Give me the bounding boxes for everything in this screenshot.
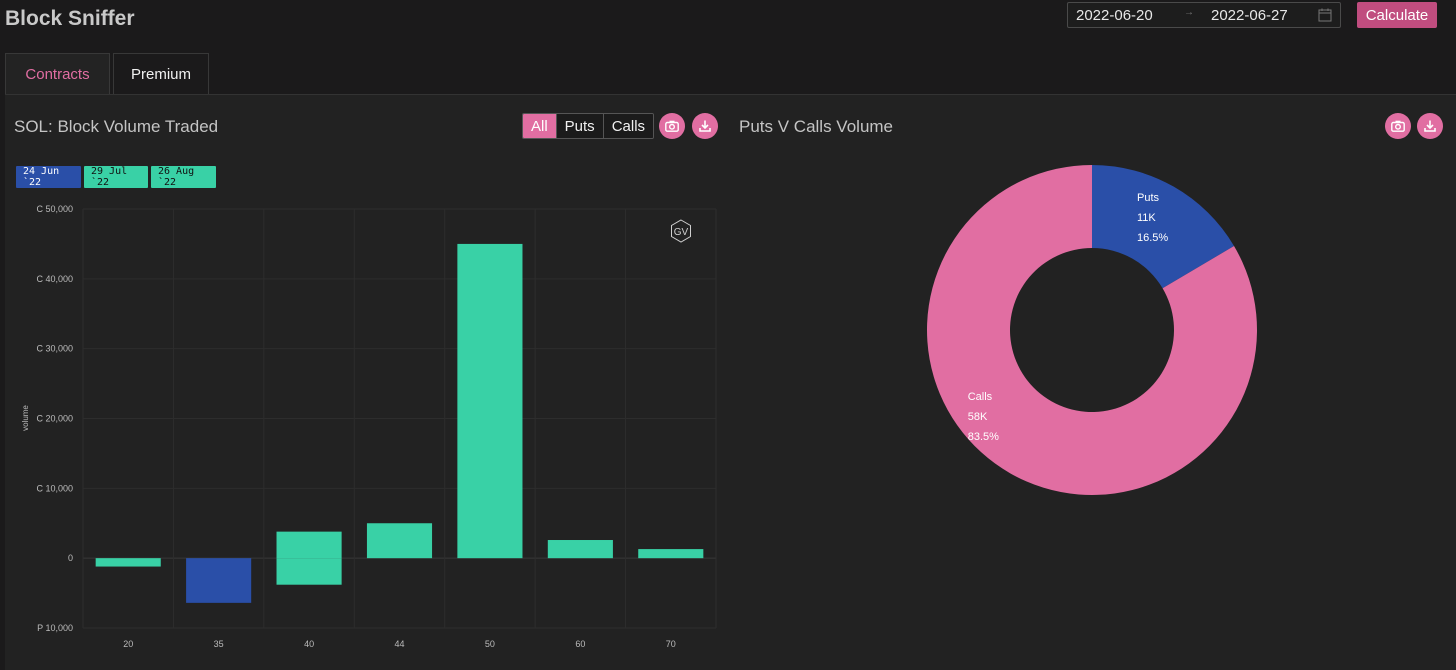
expiry-chip-26aug[interactable]: 26 Aug `22 <box>151 166 216 188</box>
donut-label-calls: 58K <box>968 411 988 423</box>
calculate-button[interactable]: Calculate <box>1357 2 1437 28</box>
y-tick-label: C 30,000 <box>36 344 73 354</box>
download-icon <box>1424 120 1436 132</box>
donut-chart-screenshot-button[interactable] <box>1385 113 1411 139</box>
donut-label-puts: 11K <box>1137 212 1156 224</box>
tab-bar: Contracts Premium <box>5 53 212 95</box>
svg-text:GV: GV <box>674 227 689 238</box>
donut-chart-download-button[interactable] <box>1417 113 1443 139</box>
x-tick-label: 40 <box>304 639 314 649</box>
bar-35[interactable] <box>186 558 252 603</box>
bar-60[interactable] <box>547 540 613 559</box>
bar-chart-download-button[interactable] <box>692 113 718 139</box>
app-title: Block Sniffer <box>5 7 135 30</box>
filter-puts-button[interactable]: Puts <box>555 114 603 138</box>
bar-50[interactable] <box>457 243 523 559</box>
x-tick-label: 20 <box>123 639 133 649</box>
camera-icon <box>665 120 679 132</box>
bar-chart-title: SOL: Block Volume Traded <box>14 117 219 136</box>
donut-chart-title: Puts V Calls Volume <box>739 117 894 136</box>
x-tick-label: 70 <box>666 639 676 649</box>
filter-calls-button[interactable]: Calls <box>602 114 654 138</box>
bar-chart-screenshot-button[interactable] <box>659 113 685 139</box>
donut-label-calls: 83.5% <box>968 431 999 443</box>
tab-premium[interactable]: Premium <box>113 53 209 95</box>
donut-chart: Puts 11K 16.5% Calls 58K 83.5% <box>927 165 1257 495</box>
x-tick-label: 35 <box>214 639 224 649</box>
filter-all-button[interactable]: All <box>523 114 556 138</box>
y-tick-label: P 10,000 <box>37 623 73 633</box>
y-tick-label: 0 <box>68 553 73 563</box>
tab-contracts[interactable]: Contracts <box>5 53 110 95</box>
x-tick-label: 60 <box>575 639 585 649</box>
bar-44[interactable] <box>366 523 433 559</box>
date-range-picker[interactable]: 2022-06-20 → 2022-06-27 <box>1067 2 1341 28</box>
watermark-gv: GV <box>671 219 691 243</box>
donut-label-puts: Puts <box>1137 192 1160 204</box>
y-axis-label: volume <box>21 405 30 431</box>
calendar-icon[interactable] <box>1318 8 1332 22</box>
bar-40[interactable] <box>276 558 342 585</box>
bar-40[interactable] <box>276 531 342 559</box>
filter-toggle-group: All Puts Calls <box>522 113 655 139</box>
donut-label-puts: 16.5% <box>1137 232 1168 244</box>
camera-icon <box>1391 120 1405 132</box>
bar-70[interactable] <box>638 549 704 559</box>
date-range-arrow-icon: → <box>1184 7 1194 18</box>
start-date-input[interactable]: 2022-06-20 <box>1076 7 1153 24</box>
y-tick-label: C 50,000 <box>36 204 73 214</box>
x-tick-label: 44 <box>394 639 404 649</box>
y-tick-label: C 20,000 <box>36 414 73 424</box>
y-tick-label: C 10,000 <box>36 483 73 493</box>
y-tick-label: C 40,000 <box>36 274 73 284</box>
x-tick-label: 50 <box>485 639 495 649</box>
bar-20[interactable] <box>95 558 161 567</box>
download-icon <box>699 120 711 132</box>
bar-chart: C 50,000 C 40,000 C 30,000 C 20,000 C 10,000… <box>21 204 717 649</box>
expiry-chip-24jun[interactable]: 24 Jun `22 <box>16 166 81 188</box>
donut-label-calls: Calls <box>968 391 993 403</box>
end-date-input[interactable]: 2022-06-27 <box>1211 7 1288 24</box>
expiry-chip-29jul[interactable]: 29 Jul `22 <box>84 166 148 188</box>
